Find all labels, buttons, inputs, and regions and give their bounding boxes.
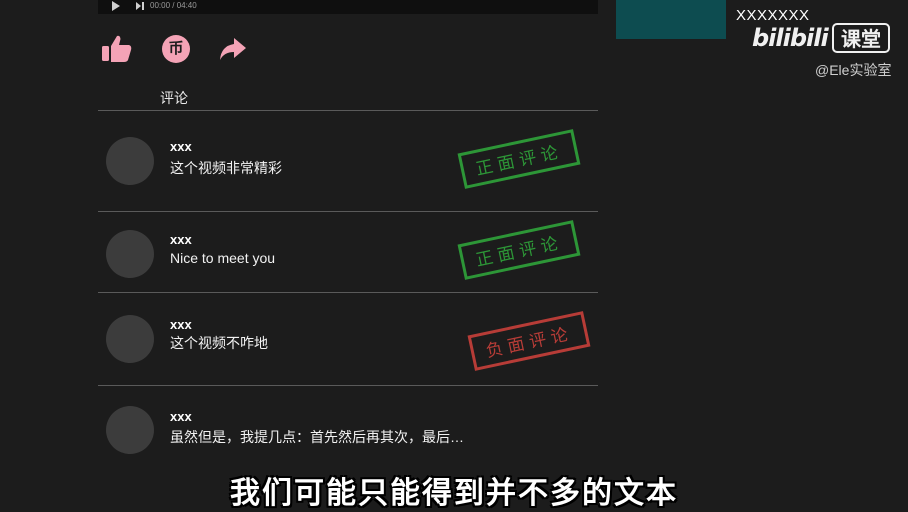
comment-username[interactable]: xxx <box>170 232 192 247</box>
coin-icon[interactable]: 币 <box>160 32 194 66</box>
video-subtitle: 我们可能只能得到并不多的文本 <box>230 477 678 510</box>
course-badge: 课堂 <box>832 23 890 53</box>
decorative-block <box>616 0 726 39</box>
comment-username[interactable]: xxx <box>170 409 192 424</box>
next-icon[interactable] <box>136 2 144 10</box>
video-player-bar[interactable]: 00:00 / 04:40 <box>98 0 598 14</box>
comments-title: 评论 <box>160 90 188 106</box>
comment-text: Nice to meet you <box>170 250 276 266</box>
sentiment-stamp: 负面评论 <box>467 311 591 371</box>
avatar[interactable] <box>106 315 154 363</box>
sentiment-stamp: 正面评论 <box>457 220 581 280</box>
comment-item: xxx 虽然但是，我提几点：首先然后再其次，最后… <box>98 386 598 476</box>
comment-text: 虽然但是，我提几点：首先然后再其次，最后… <box>170 429 464 445</box>
comment-item: xxx 这个视频非常精彩 正面评论 <box>98 111 598 211</box>
avatar[interactable] <box>106 406 154 454</box>
comment-item: xxx 这个视频不咋地 负面评论 <box>98 293 598 385</box>
comment-text: 这个视频非常精彩 <box>170 160 282 176</box>
avatar[interactable] <box>106 230 154 278</box>
avatar[interactable] <box>106 137 154 185</box>
corner-name: XXXXXXX <box>736 7 810 24</box>
play-icon[interactable] <box>112 1 120 11</box>
comment-text: 这个视频不咋地 <box>170 335 268 351</box>
comment-username[interactable]: xxx <box>170 317 192 332</box>
coin-glyph: 币 <box>162 35 190 63</box>
sentiment-stamp: 正面评论 <box>457 129 581 189</box>
comment-username[interactable]: xxx <box>170 139 192 154</box>
channel-handle: @Ele实验室 <box>815 62 892 78</box>
playback-time: 00:00 / 04:40 <box>150 1 197 10</box>
comment-item: xxx Nice to meet you 正面评论 <box>98 212 598 292</box>
thumbs-up-icon[interactable] <box>100 32 134 66</box>
share-arrow-icon[interactable] <box>216 32 250 66</box>
bilibili-logo: bilibili <box>752 24 829 52</box>
